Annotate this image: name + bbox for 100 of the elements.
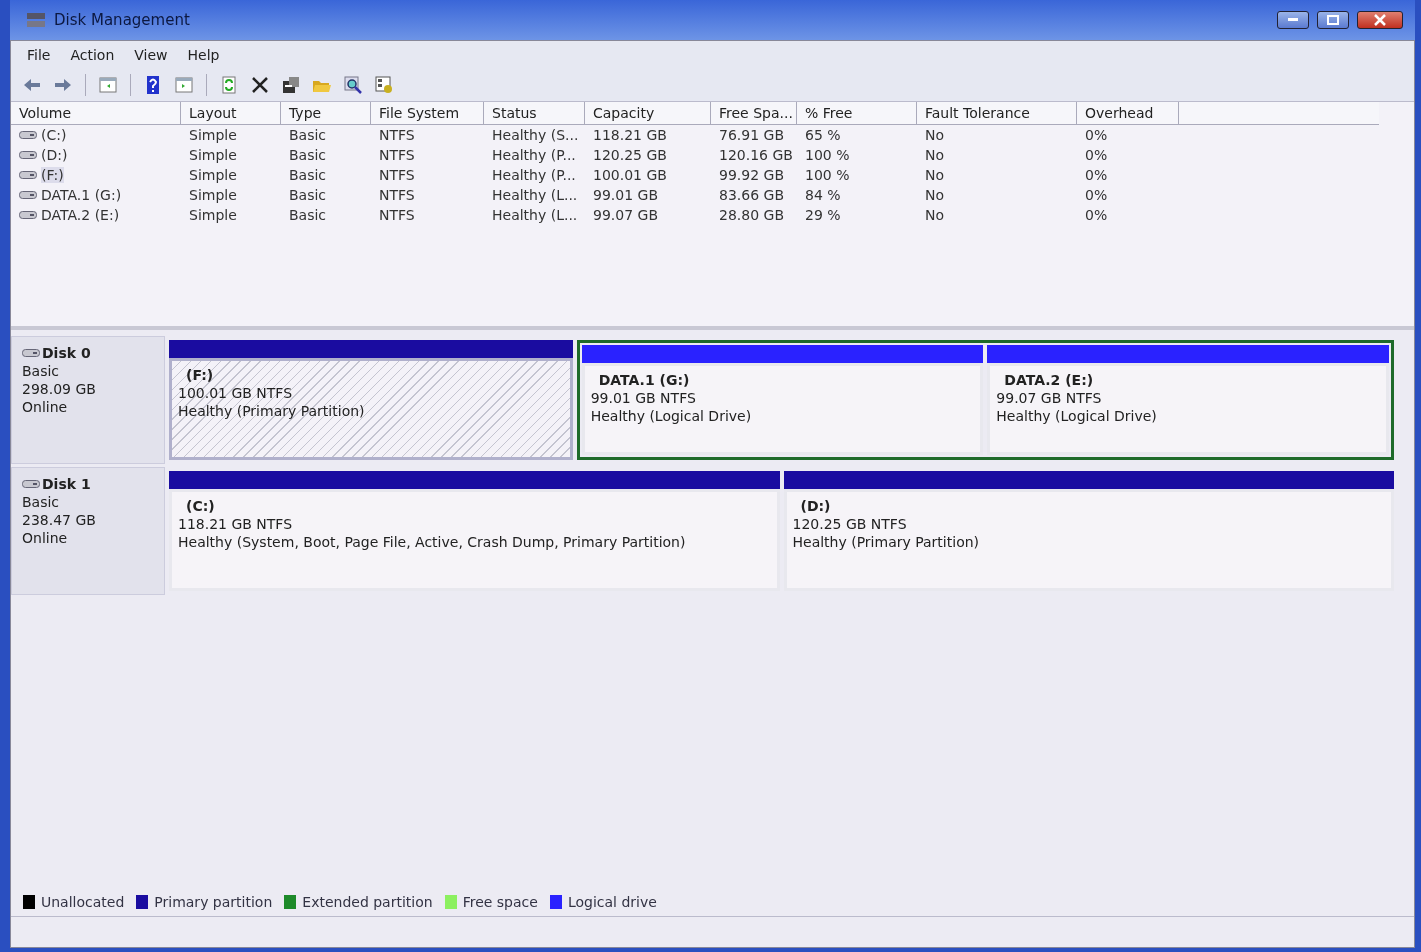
maximize-button[interactable] [1317, 11, 1349, 29]
disk-drive-icon [26, 11, 46, 29]
column-header[interactable]: % Free [797, 102, 917, 125]
table-cell-text: NTFS [378, 206, 416, 225]
table-cell-text: 76.91 GB [718, 126, 785, 145]
table-cell-text: Healthy (L... [491, 186, 579, 205]
partition-status: Healthy (Logical Drive) [996, 408, 1158, 424]
table-cell-text: 99.07 GB [592, 206, 659, 225]
table-cell-text: 0% [1084, 126, 1109, 145]
partition-status: Healthy (Primary Partition) [792, 534, 981, 550]
partition-label: (F:) [185, 367, 215, 383]
partition-size: 120.25 GB NTFS [792, 516, 908, 532]
table-cell-text: 84 % [804, 186, 842, 205]
disk-info-panel[interactable]: Disk 1 Basic 238.47 GB Online [11, 467, 165, 595]
table-cell-text: 100 % [804, 146, 851, 165]
column-header[interactable]: Layout [181, 102, 281, 125]
maximize-icon [1327, 15, 1339, 25]
table-cell-text: Healthy (S... [491, 126, 580, 145]
table-cell-text: NTFS [378, 126, 416, 145]
partition-status: Healthy (Primary Partition) [178, 403, 366, 419]
table-cell-text: Basic [288, 166, 328, 185]
disk-status: Online [22, 399, 69, 415]
column-header[interactable]: Overhead [1077, 102, 1179, 125]
drive-icon [19, 130, 37, 140]
table-cell-text: 100 % [804, 166, 851, 185]
table-cell-text: NTFS [378, 146, 416, 165]
legend-label: Primary partition [154, 894, 273, 910]
table-cell-text: No [924, 206, 946, 225]
column-header[interactable]: Fault Tolerance [917, 102, 1077, 125]
drive-label[interactable]: DATA.2 (E:) [41, 207, 120, 223]
partition-size: 118.21 GB NTFS [178, 516, 294, 532]
table-cell-text: 0% [1084, 206, 1109, 225]
partition-status: Healthy (Logical Drive) [590, 408, 753, 424]
menu-item[interactable]: Help [179, 45, 228, 65]
disk-size: 298.09 GB [22, 381, 97, 397]
drive-icon [22, 479, 40, 489]
table-cell-text: Healthy (P... [491, 146, 577, 165]
menu-item[interactable]: View [126, 45, 176, 65]
table-cell-text: Healthy (P... [491, 166, 577, 185]
column-header[interactable]: Status [484, 102, 585, 125]
disk-size: 238.47 GB [22, 512, 97, 528]
table-cell-text: No [924, 186, 946, 205]
legend-label: Logical drive [567, 894, 657, 910]
table-cell-text: No [924, 166, 946, 185]
column-header[interactable]: File System [371, 102, 484, 125]
column-header[interactable]: Free Spa... [711, 102, 797, 125]
drive-icon [19, 190, 37, 200]
partition-block[interactable]: DATA.2 (E:) 99.07 GB NTFS Healthy (Logical Drive) [987, 363, 1389, 455]
drive-label[interactable]: (F:) [41, 167, 64, 183]
disk-name: Disk 1 [42, 476, 91, 492]
legend-label: Unallocated [41, 894, 125, 910]
table-cell-text: Simple [188, 166, 238, 185]
disk-info-panel[interactable]: Disk 0 Basic 298.09 GB Online [11, 336, 165, 464]
table-cell-text: 120.25 GB [592, 146, 668, 165]
table-cell-text: Simple [188, 206, 238, 225]
minimize-icon [1288, 18, 1298, 22]
legend-label: Free space [462, 894, 538, 910]
close-icon [1374, 14, 1386, 26]
disk-status: Online [22, 530, 69, 546]
table-cell-text: 118.21 GB [592, 126, 668, 145]
table-cell-text: 0% [1084, 146, 1109, 165]
table-cell-text: 99.01 GB [592, 186, 659, 205]
table-cell-text: 99.92 GB [718, 166, 785, 185]
disk-type: Basic [22, 363, 61, 379]
close-button[interactable] [1357, 11, 1403, 29]
partition-label: DATA.1 (G:) [597, 372, 691, 388]
menu-item[interactable]: Action [62, 45, 123, 65]
partition-label: (C:) [185, 498, 216, 514]
table-cell-text: 0% [1084, 166, 1109, 185]
window-title: Disk Management [54, 11, 191, 29]
column-header[interactable]: Volume [11, 102, 181, 125]
table-cell-text: 120.16 GB [718, 146, 794, 165]
partition-size: 99.07 GB NTFS [996, 390, 1103, 406]
column-header[interactable]: Capacity [585, 102, 711, 125]
drive-icon [19, 210, 37, 220]
table-cell-text: No [924, 126, 946, 145]
partition-block[interactable]: DATA.1 (G:) 99.01 GB NTFS Healthy (Logical Drive) [581, 363, 984, 455]
partition-block[interactable]: (C:) 118.21 GB NTFS Healthy (System, Boot, Page File, Active, Crash Dump, Primary Partition) [169, 489, 780, 591]
table-cell-text: Healthy (L... [491, 206, 579, 225]
partition-size: 100.01 GB NTFS [178, 385, 294, 401]
disk-type: Basic [22, 494, 61, 510]
menu-item[interactable]: File [19, 45, 59, 65]
drive-label[interactable]: DATA.1 (G:) [41, 187, 122, 203]
partition-block[interactable]: (F:) 100.01 GB NTFS Healthy (Primary Partition) [169, 358, 573, 460]
table-cell-text: 83.66 GB [718, 186, 785, 205]
table-cell-text: 28.80 GB [718, 206, 785, 225]
partition-label: (D:) [799, 498, 832, 514]
table-cell-text: Simple [188, 186, 238, 205]
table-cell-text: Simple [188, 146, 238, 165]
table-cell-text: Basic [288, 126, 328, 145]
partition-block[interactable]: (D:) 120.25 GB NTFS Healthy (Primary Partition) [783, 489, 1394, 591]
drive-label[interactable]: (D:) [41, 147, 68, 163]
partition-status: Healthy (System, Boot, Page File, Active, Crash Dump, Primary Partition) [178, 534, 687, 550]
table-cell-text: Simple [188, 126, 238, 145]
drive-icon [19, 170, 37, 180]
partition-label: DATA.2 (E:) [1003, 372, 1095, 388]
minimize-button[interactable] [1277, 11, 1309, 29]
drive-label[interactable]: (C:) [41, 127, 67, 143]
legend-label: Extended partition [302, 894, 433, 910]
column-header[interactable]: Type [281, 102, 371, 125]
